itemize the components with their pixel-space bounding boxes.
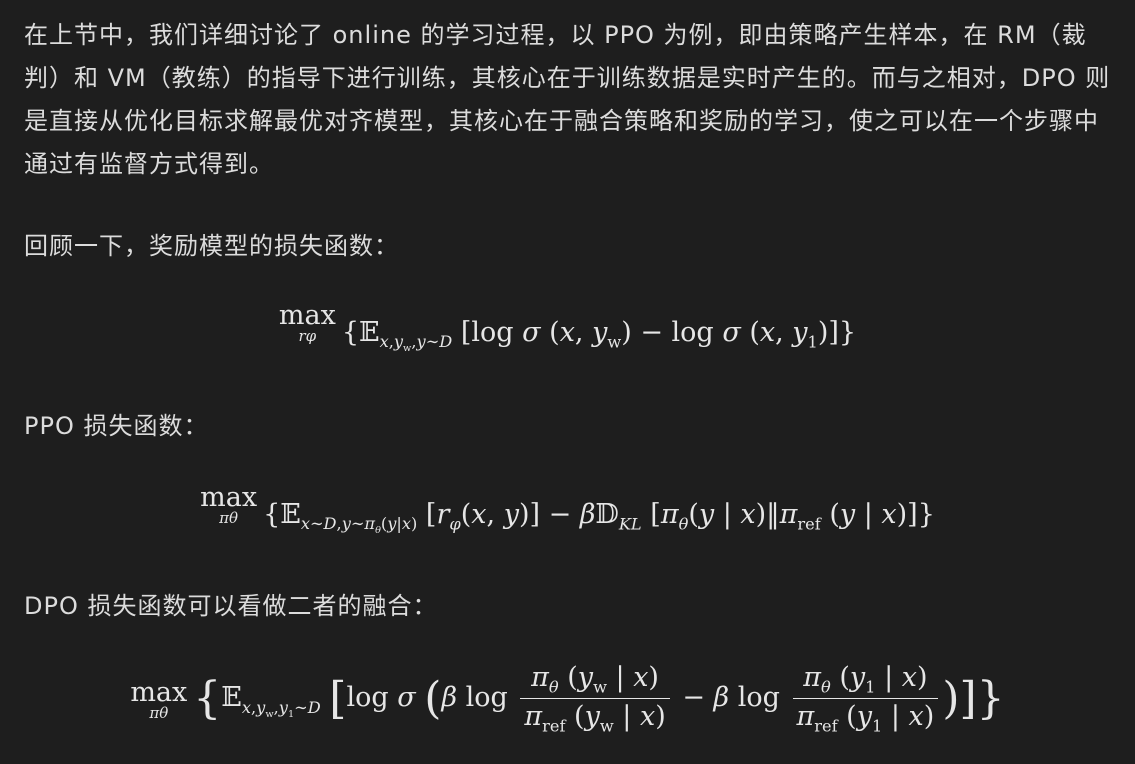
eq2-body: {𝔼x∼D,y∼πθ(y|x) [rφ(x, y)] − β𝔻KL [πθ(y … [263, 499, 935, 537]
reward-loss-equation: max rφ {𝔼x,yw,y∼D [log σ (x, yw) − log σ (… [0, 300, 1135, 355]
eq1-operator-subscript: rφ [298, 327, 317, 345]
intro-paragraph: 在上节中，我们详细讨论了 online 的学习过程，以 PPO 为例，即由策略产… [24, 21, 1111, 178]
eq3-operator-subscript: πθ [149, 704, 169, 723]
eq1-body: {𝔼x,yw,y∼D [log σ (x, yw) − log σ (x, y1… [341, 317, 857, 355]
reward-loss-label: 回顾一下，奖励模型的损失函数： [24, 232, 399, 260]
eq2-operator-subscript: πθ [219, 509, 239, 527]
ppo-loss-equation: max πθ {𝔼x∼D,y∼πθ(y|x) [rφ(x, y)] − β𝔻KL [… [0, 482, 1135, 537]
dpo-loss-label: DPO 损失函数可以看做二者的融合： [24, 592, 438, 620]
dpo-loss-equation: max πθ {𝔼x,yw,y1∼D [log σ (β log πθ (yw | … [0, 662, 1135, 736]
eq3-body: {𝔼x,yw,y1∼D [log σ (β log πθ (yw | x) πre… [193, 662, 1005, 736]
ppo-loss-label: PPO 损失函数： [24, 412, 209, 440]
document-page: 在上节中，我们详细讨论了 online 的学习过程，以 PPO 为例，即由策略产… [0, 0, 1135, 764]
